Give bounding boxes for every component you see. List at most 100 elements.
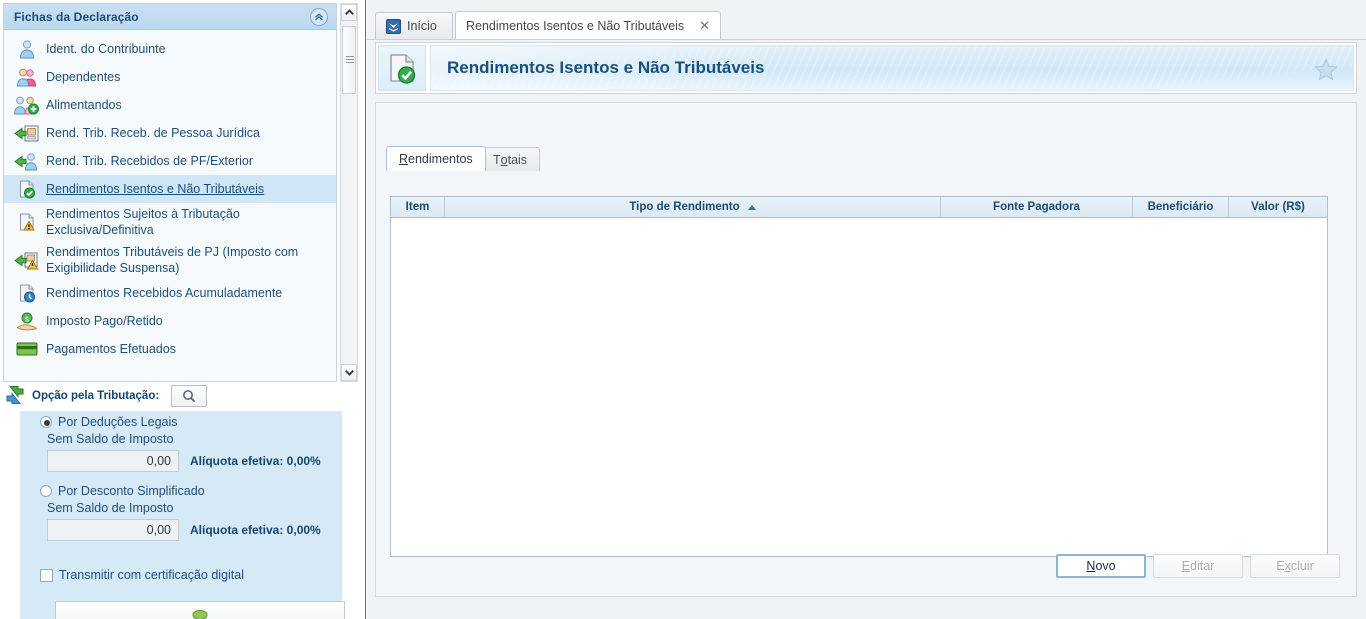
application-window: Fichas da Declaração <box>0 0 1366 619</box>
deducoes-sub-label: Sem Saldo de Imposto <box>20 432 342 446</box>
button-label-head: E <box>1276 559 1284 573</box>
simplificado-value-field[interactable]: 0,00 <box>47 519 179 541</box>
page-banner-bar: Rendimentos Isentos e Não Tributáveis <box>430 45 1354 91</box>
tab-totais[interactable]: Totais <box>480 147 540 171</box>
sidebar-item-rendimentos-exigibilidade-suspensa[interactable]: Rendimentos Tributáveis de PJ (Imposto c… <box>4 241 336 279</box>
radio-por-deducoes-legais[interactable] <box>40 416 52 428</box>
sidebar-item-label: Rendimentos Isentos e Não Tributáveis <box>46 181 264 197</box>
fichas-list[interactable]: Ident. do Contribuinte Dependentes <box>4 31 336 381</box>
sidebar-item-label: Rendimentos Tributáveis de PJ (Imposto c… <box>46 244 330 276</box>
sidebar-item-rendimentos-isentos[interactable]: Rendimentos Isentos e Não Tributáveis <box>4 175 336 203</box>
arrow-left-badge-icon <box>14 122 40 144</box>
tributacao-header: Opção pela Tributação: <box>0 383 362 409</box>
novo-button[interactable]: Novo <box>1056 554 1146 578</box>
document-check-icon <box>378 45 426 91</box>
document-clock-icon <box>14 282 40 304</box>
document-check-icon <box>14 178 40 200</box>
tab-inicio[interactable]: Início <box>375 12 453 39</box>
tab-label-head: T <box>493 153 501 167</box>
scrollbar-grip-icon <box>346 56 354 63</box>
sidebar-item-label: Pagamentos Efetuados <box>46 341 176 357</box>
entregar-declaracao-button[interactable] <box>55 601 345 619</box>
grid-action-buttons: Novo Editar Excluir <box>1056 554 1340 578</box>
hand-coin-icon: $ <box>14 310 40 332</box>
sidebar-item-rend-trib-pessoa-juridica[interactable]: Rend. Trib. Receb. de Pessoa Jurídica <box>4 119 336 147</box>
person-icon <box>14 38 40 60</box>
svg-text:$: $ <box>25 316 29 324</box>
sidebar: Fichas da Declaração <box>0 0 366 619</box>
column-header-tipo-rendimento[interactable]: Tipo de Rendimento <box>445 197 941 217</box>
tab-rendimentos[interactable]: Rendimentos <box>386 146 486 171</box>
sidebar-item-label: Ident. do Contribuinte <box>46 41 166 57</box>
sidebar-item-ident-contribuinte[interactable]: Ident. do Contribuinte <box>4 35 336 63</box>
sidebar-item-dependentes[interactable]: Dependentes <box>4 63 336 91</box>
column-label: Valor (R$) <box>1251 201 1305 213</box>
arrow-left-warning-icon <box>14 249 40 271</box>
deducoes-aliquota-label: Alíquota efetiva: 0,00% <box>190 454 321 468</box>
button-label-rest: ovo <box>1095 559 1115 573</box>
fichas-panel: Fichas da Declaração <box>3 3 337 382</box>
sidebar-item-label: Dependentes <box>46 69 120 85</box>
button-label-rest: ditar <box>1190 559 1214 573</box>
people-icon <box>14 66 40 88</box>
column-label: Beneficiário <box>1148 201 1214 213</box>
editar-button: Editar <box>1153 554 1243 578</box>
tab-rendimentos-isentos[interactable]: Rendimentos Isentos e Não Tributáveis ✕ <box>455 11 721 39</box>
column-label: Tipo de Rendimento <box>629 201 739 213</box>
column-header-valor[interactable]: Valor (R$) <box>1229 197 1327 217</box>
radio-label: Por Desconto Simplificado <box>58 484 205 498</box>
content-panel: Rendimentos Totais Item Tipo de Rendimen… <box>375 102 1357 597</box>
button-mnemonic: N <box>1086 559 1095 573</box>
radio-por-deducoes-legais-row[interactable]: Por Deduções Legais <box>20 411 342 429</box>
radio-por-desconto-simplificado-row[interactable]: Por Desconto Simplificado <box>20 480 342 498</box>
sidebar-item-pagamentos-efetuados[interactable]: Pagamentos Efetuados <box>4 335 336 363</box>
excluir-button: Excluir <box>1250 554 1340 578</box>
grid-body-empty[interactable] <box>391 218 1327 556</box>
sidebar-item-label: Rend. Trib. Receb. de Pessoa Jurídica <box>46 125 260 141</box>
tributacao-title: Opção pela Tributação: <box>32 390 159 402</box>
chevron-double-up-icon[interactable] <box>310 8 328 26</box>
chevron-down-icon[interactable] <box>341 364 357 381</box>
card-icon <box>14 338 40 360</box>
sidebar-item-alimentandos[interactable]: Alimentandos <box>4 91 336 119</box>
column-header-beneficiario[interactable]: Beneficiário <box>1133 197 1229 217</box>
home-app-icon <box>386 19 401 34</box>
radio-por-desconto-simplificado[interactable] <box>40 485 52 497</box>
tab-label: Rendimentos Isentos e Não Tributáveis <box>466 19 684 33</box>
sidebar-item-label: Rendimentos Recebidos Acumuladamente <box>46 285 282 301</box>
sort-ascending-icon <box>748 205 756 210</box>
deducoes-field-row: 0,00 Alíquota efetiva: 0,00% <box>20 450 342 472</box>
transmitir-certificacao-checkbox[interactable] <box>40 569 53 582</box>
fichas-panel-title: Fichas da Declaração <box>14 10 139 24</box>
sidebar-item-imposto-pago-retido[interactable]: $ Imposto Pago/Retido <box>4 307 336 335</box>
close-icon[interactable]: ✕ <box>689 18 710 34</box>
rendimentos-grid[interactable]: Item Tipo de Rendimento Fonte Pagadora B… <box>390 196 1328 557</box>
transmitir-certificacao-label: Transmitir com certificação digital <box>59 568 244 582</box>
scrollbar-thumb[interactable] <box>342 26 356 94</box>
chevron-up-icon[interactable] <box>341 4 357 21</box>
star-icon[interactable] <box>1313 57 1339 86</box>
arrow-left-person-icon <box>14 150 40 172</box>
tributacao-options: Por Deduções Legais Sem Saldo de Imposto… <box>20 411 342 619</box>
transmitir-certificacao-row[interactable]: Transmitir com certificação digital <box>20 568 342 582</box>
column-header-fonte-pagadora[interactable]: Fonte Pagadora <box>941 197 1133 217</box>
sidebar-item-label: Alimentandos <box>46 97 122 113</box>
radio-label: Por Deduções Legais <box>58 415 178 429</box>
fichas-panel-header: Fichas da Declaração <box>4 4 336 30</box>
sidebar-scrollbar[interactable] <box>340 3 358 382</box>
button-label-rest: cluir <box>1291 559 1314 573</box>
simplificado-sub-label: Sem Saldo de Imposto <box>20 501 342 515</box>
sidebar-item-rendimentos-acumuladamente[interactable]: Rendimentos Recebidos Acumuladamente <box>4 279 336 307</box>
arrows-swap-icon <box>4 385 26 408</box>
tab-label-rest: tais <box>508 153 527 167</box>
sidebar-item-rendimentos-exclusiva[interactable]: Rendimentos Sujeitos à Tributação Exclus… <box>4 203 336 241</box>
sidebar-item-label: Rend. Trib. Recebidos de PF/Exterior <box>46 153 253 169</box>
document-warning-icon <box>14 211 40 233</box>
search-icon[interactable] <box>171 385 207 407</box>
sidebar-item-rend-trib-pf-exterior[interactable]: Rend. Trib. Recebidos de PF/Exterior <box>4 147 336 175</box>
deducoes-value-field[interactable]: 0,00 <box>47 450 179 472</box>
tab-label: Início <box>407 19 437 33</box>
column-header-item[interactable]: Item <box>391 197 445 217</box>
sidebar-item-label: Imposto Pago/Retido <box>46 313 163 329</box>
tab-mnemonic: R <box>399 152 408 166</box>
